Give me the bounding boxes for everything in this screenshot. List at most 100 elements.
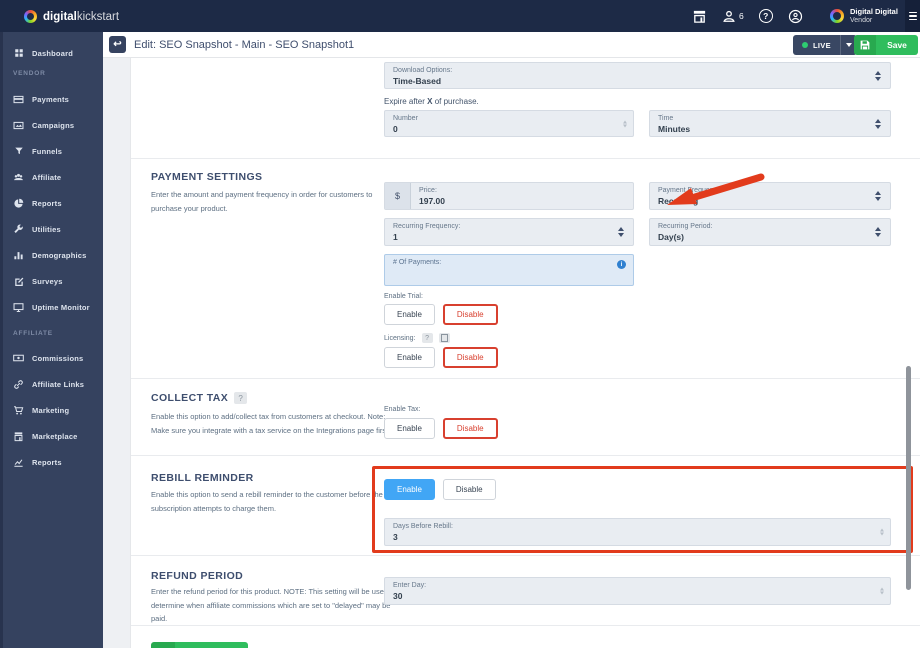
enter-day-input[interactable]: Enter Day: 30 [384, 577, 891, 605]
licensing-disable-button[interactable]: Disable [442, 347, 498, 368]
account-role: Vendor [850, 16, 873, 24]
sidebar-item-surveys[interactable]: Surveys [0, 268, 103, 294]
licensing-label: Licensing: [384, 334, 416, 342]
bar-chart-icon [13, 250, 24, 261]
recurring-period-select[interactable]: Recurring Period: Day(s) [649, 218, 891, 246]
tax-disable-button[interactable]: Disable [442, 418, 498, 439]
store-icon [13, 431, 24, 442]
pie-chart-icon [13, 198, 24, 209]
collect-tax-description: Enable this option to add/collect tax fr… [151, 412, 391, 435]
select-caret-icon [875, 118, 881, 129]
account-name: Digital Digital [850, 6, 898, 16]
number-stepper-icon [623, 120, 627, 127]
section-rebill-reminder: REBILL REMINDER Enable this option to se… [131, 455, 920, 555]
line-chart-icon [13, 457, 24, 468]
funnel-icon [13, 146, 24, 156]
back-button[interactable]: ↩ [109, 36, 126, 53]
section-download-options: Download Options: Time-Based Expire afte… [131, 58, 920, 158]
info-icon[interactable]: i [617, 260, 626, 269]
rebill-disable-button[interactable]: Disable [442, 479, 496, 500]
sidebar-item-marketing[interactable]: Marketing [0, 397, 103, 423]
enable-trial-toggle: Enable Disable [384, 304, 498, 325]
brand-ring-icon [24, 9, 37, 23]
licensing-enable-button[interactable]: Enable [384, 347, 435, 368]
enable-trial-label: Enable Trial: [384, 293, 423, 300]
account-switcher[interactable]: Digital Digital Vendor [830, 0, 898, 32]
sidebar-item-utilities[interactable]: Utilities [0, 216, 103, 242]
people-icon [13, 171, 24, 183]
sidebar-item-funnels[interactable]: Funnels [0, 138, 103, 164]
sidebar-item-campaigns[interactable]: Campaigns [0, 112, 103, 138]
enable-tax-label: Enable Tax: [384, 406, 421, 413]
expire-help-text: Expire after X of purchase. [384, 97, 479, 106]
scrollbar-thumb[interactable] [906, 366, 911, 590]
select-caret-icon [875, 70, 881, 81]
section-refund-period: REFUND PERIOD Enter the refund period fo… [131, 555, 920, 625]
licensing-help-badge[interactable]: ? [421, 333, 433, 343]
wrench-icon [13, 224, 24, 235]
rebill-reminder-heading: REBILL REMINDER [151, 472, 254, 484]
sidebar: Dashboard VENDOR Payments Campaigns Funn… [0, 32, 103, 648]
section-footer [131, 625, 920, 648]
form-card: Download Options: Time-Based Expire afte… [130, 58, 920, 648]
payment-settings-description: Enter the amount and payment frequency i… [151, 190, 373, 213]
sidebar-item-dashboard[interactable]: Dashboard [0, 40, 103, 66]
sidebar-item-affiliate[interactable]: Affiliate [0, 164, 103, 190]
price-input[interactable]: $ Price: 197.00 [384, 182, 634, 210]
number-input[interactable]: Number 0 [384, 110, 634, 137]
licensing-doc-badge[interactable] [438, 333, 450, 343]
num-payments-input[interactable]: # Of Payments: i [384, 254, 634, 286]
enable-tax-toggle: Enable Disable [384, 418, 498, 439]
sidebar-item-commissions[interactable]: Commissions [0, 345, 103, 371]
cart-icon [13, 405, 24, 416]
recurring-frequency-select[interactable]: Recurring Frequency: 1 [384, 218, 634, 246]
monitor-icon [13, 302, 24, 313]
sidebar-item-payments[interactable]: Payments [0, 86, 103, 112]
logo-text-light: kickstart [76, 11, 120, 23]
marketplace-store-icon[interactable] [692, 9, 707, 24]
select-caret-icon [875, 227, 881, 237]
save-button-bottom[interactable] [151, 642, 248, 648]
payment-frequency-select[interactable]: Payment Frequency: Recurring [649, 182, 891, 210]
sidebar-item-reports[interactable]: Reports [0, 190, 103, 216]
sidebar-item-uptime-monitor[interactable]: Uptime Monitor [0, 294, 103, 320]
content-area: Download Options: Time-Based Expire afte… [103, 58, 920, 648]
users-icon[interactable]: 6 [722, 9, 744, 23]
live-status-button[interactable]: LIVE [793, 35, 857, 55]
collect-tax-heading: COLLECT TAX [151, 392, 229, 404]
rebill-reminder-description: Enable this option to send a rebill remi… [151, 490, 383, 513]
hamburger-menu-icon[interactable] [905, 0, 920, 32]
logo-text-bold: digital [43, 11, 77, 23]
refund-period-heading: REFUND PERIOD [151, 570, 244, 582]
trial-disable-button[interactable]: Disable [442, 304, 498, 325]
refund-period-description: Enter the refund period for this product… [151, 587, 397, 623]
rebill-enable-button[interactable]: Enable [384, 479, 435, 500]
licensing-toggle: Enable Disable [384, 347, 498, 368]
download-options-select[interactable]: Download Options: Time-Based [384, 62, 891, 89]
sidebar-section-affiliate: AFFILIATE [13, 330, 53, 337]
select-caret-icon [875, 191, 881, 201]
save-button[interactable]: Save [854, 35, 918, 55]
number-stepper-icon [880, 587, 884, 595]
sidebar-item-affiliate-reports[interactable]: Reports [0, 449, 103, 475]
sidebar-item-demographics[interactable]: Demographics [0, 242, 103, 268]
page-header: ↩ Edit: SEO Snapshot - Main - SEO Snapsh… [103, 32, 920, 58]
sidebar-item-marketplace[interactable]: Marketplace [0, 423, 103, 449]
trial-enable-button[interactable]: Enable [384, 304, 435, 325]
payments-icon [13, 94, 24, 105]
dashboard-icon [13, 48, 24, 58]
campaigns-icon [13, 120, 24, 131]
sidebar-item-affiliate-links[interactable]: Affiliate Links [0, 371, 103, 397]
tax-enable-button[interactable]: Enable [384, 418, 435, 439]
rebill-toggle: Enable Disable [384, 479, 496, 500]
collect-tax-help-badge[interactable]: ? [234, 392, 248, 404]
pencil-square-icon [13, 276, 24, 286]
user-count-badge: 6 [739, 11, 744, 21]
time-select[interactable]: Time Minutes [649, 110, 891, 137]
days-before-rebill-input[interactable]: Days Before Rebill: 3 [384, 518, 891, 546]
currency-addon: $ [385, 183, 411, 209]
account-sync-icon[interactable] [788, 9, 803, 24]
app-logo[interactable]: digitalkickstart [24, 0, 119, 32]
sidebar-section-vendor: VENDOR [13, 70, 46, 77]
help-icon[interactable]: ? [758, 9, 773, 23]
